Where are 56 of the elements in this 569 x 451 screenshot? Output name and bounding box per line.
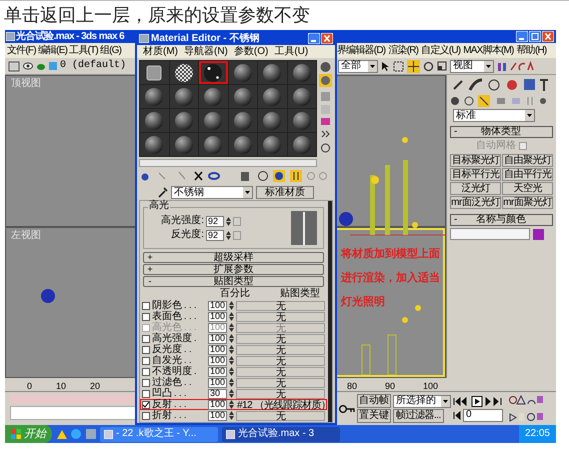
annotation-text: 将材质加到模型上面 <box>341 247 440 261</box>
caption-text: 单击返回上一层，原来的设置参数不变 <box>4 4 311 27</box>
dropdown-value: 标准 <box>455 110 477 120</box>
leader-dots: . . <box>184 378 192 387</box>
field-value: 92 <box>207 230 220 240</box>
annotation-text: 灯光照明 <box>341 295 386 309</box>
tick-label: 100 <box>422 382 438 391</box>
clock: 22:05 <box>524 429 550 439</box>
rollout-sign: - <box>148 277 152 286</box>
field-label: 反光度: <box>170 230 204 240</box>
leader-dots: . <box>194 334 197 343</box>
leader-dots: . . . <box>174 389 187 398</box>
leader-dots: . . . <box>174 400 187 409</box>
tick-label: 90 <box>384 382 395 391</box>
rollout-title: 名称与颜色 <box>476 215 528 225</box>
field-value: 92 <box>207 216 220 226</box>
tick-label: 80 <box>346 382 357 391</box>
dropdown-value: 不锈钢 <box>173 188 205 198</box>
window-title: Material Editor - 不锈钢 <box>151 34 260 44</box>
rollout-sign: - <box>453 215 458 225</box>
map-label: 过滤色 <box>152 378 182 388</box>
field-label: 高光强度: <box>160 216 204 226</box>
window-title: 光合试验.max - 3ds max 6 <box>16 32 124 42</box>
checkbox-label: 自动网格 <box>476 141 516 151</box>
map-label: 不透明度 <box>152 366 192 376</box>
tick-label: 0 <box>27 382 32 391</box>
map-label: 自发光 <box>152 356 182 366</box>
frame-value: 0 <box>465 410 473 420</box>
leader-dots: . . . <box>174 411 187 420</box>
field-value: 30 <box>209 389 222 398</box>
column-header: 贴图类型 <box>280 289 320 299</box>
map-label: 反射 <box>152 400 172 410</box>
dropdown-value: 所选择的 <box>395 396 437 406</box>
rollout-sign: - <box>453 127 458 137</box>
dropdown-value: 全部 <box>340 61 362 71</box>
map-label: 高光强度 <box>152 334 192 344</box>
tick-label: 10 <box>56 382 66 391</box>
leader-dots: . <box>194 367 197 376</box>
rollout-title: 物体类型 <box>481 127 522 137</box>
map-label: 反光度 <box>152 344 182 354</box>
map-label: 高光色 <box>152 322 182 332</box>
rollout-sign: + <box>146 265 154 274</box>
leader-dots: . . <box>184 356 192 365</box>
map-label: 表面色 <box>152 312 182 322</box>
tick-label: 20 <box>90 382 100 391</box>
leader-dots: . . . <box>184 312 197 321</box>
rollout-sign: + <box>146 253 154 262</box>
map-label: 凹凸 <box>152 388 172 398</box>
leader-dots: . . . <box>184 323 197 332</box>
group-title: 高光 <box>148 201 170 211</box>
annotation-text: 进行渲染，加入适当 <box>341 271 440 285</box>
dropdown-value: 视图 <box>452 61 474 71</box>
map-label: 折射 <box>152 410 172 420</box>
map-label: 阴影色 <box>152 300 182 310</box>
leader-dots: . . <box>184 345 192 354</box>
leader-dots: . . . <box>184 301 197 310</box>
